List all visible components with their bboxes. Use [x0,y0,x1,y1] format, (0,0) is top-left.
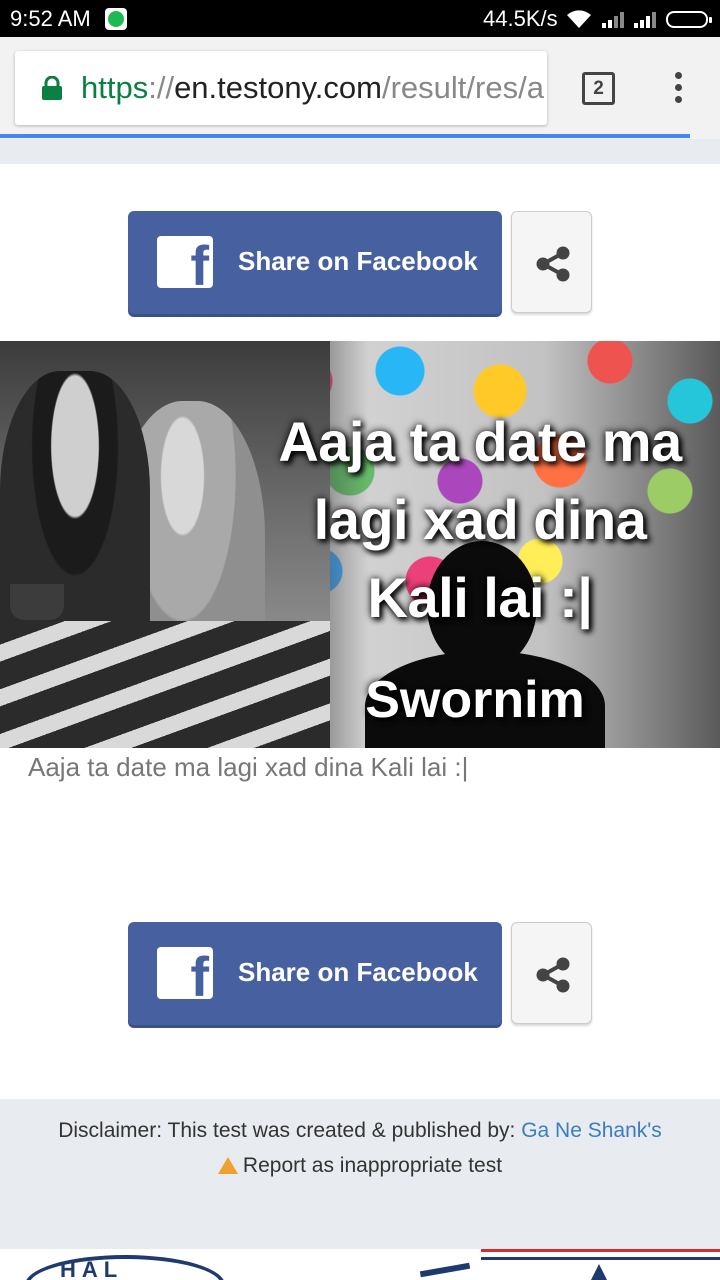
url-path: /result/res/a [381,70,544,105]
share-facebook-button[interactable]: f Share on Facebook [128,922,502,1025]
footer: Disclaimer: This test was created & publ… [0,1099,720,1249]
page-load-progress [0,134,690,138]
status-icons [566,8,712,30]
result-text: Aaja ta date ma lagi xad dina Kali lai :… [28,752,469,782]
battery-icon [666,11,712,28]
facebook-icon: f [157,236,213,288]
url-text[interactable]: https://en.testony.com/result/res/a [81,70,544,106]
ad-banner[interactable]: HAL [0,1249,720,1280]
share-button[interactable] [511,922,592,1024]
url-host: en.testony.com [174,70,382,105]
share-icon [536,246,570,282]
share-facebook-label: Share on Facebook [238,957,478,987]
report-label: Report as inappropriate test [242,1154,503,1177]
ad-logo-text: HAL [60,1257,124,1280]
disclaimer: Disclaimer: This test was created & publ… [0,1119,720,1143]
ad-graphic [481,1249,720,1280]
network-speed: 44.5K/s [483,6,558,31]
overflow-menu-icon[interactable] [673,72,683,106]
disclaimer-text: Disclaimer: This test was created & publ… [58,1119,522,1142]
status-bar: 9:52 AM 44.5K/s [0,0,720,37]
image-caption-line: lagi xad dina [313,488,647,551]
url-separator: :// [148,70,175,105]
url-scheme: https [81,70,149,105]
browser-toolbar: https://en.testony.com/result/res/a 2 [0,37,720,139]
image-caption-line: Kali lai :| [367,566,593,629]
signal-icon [602,12,624,28]
url-bar[interactable]: https://en.testony.com/result/res/a [15,51,547,125]
wifi-icon [567,10,591,28]
share-row-bottom: f Share on Facebook [128,922,592,1026]
ad-logo-emblem [25,1255,225,1280]
signal-icon [634,12,656,28]
lock-icon [42,76,62,100]
ad-graphic [419,1262,471,1278]
image-author-name: Swornim [365,671,585,729]
image-caption: Aaja ta date ma lagi xad dina Kali lai :… [240,403,720,637]
image-caption-line: Aaja ta date ma [278,410,682,473]
report-link[interactable]: Report as inappropriate test [0,1154,720,1178]
spotify-icon [105,8,127,30]
warning-icon [217,1157,238,1174]
share-icon [536,957,570,993]
page-top-band [0,139,720,164]
tab-switcher-button[interactable]: 2 [582,72,615,105]
facebook-icon: f [157,947,213,999]
share-row-top: f Share on Facebook [128,211,592,315]
creator-link[interactable]: Ga Ne Shank's [521,1119,662,1142]
share-facebook-button[interactable]: f Share on Facebook [128,211,502,314]
share-button[interactable] [511,211,592,313]
share-facebook-label: Share on Facebook [238,246,478,276]
status-time: 9:52 AM [10,6,91,31]
